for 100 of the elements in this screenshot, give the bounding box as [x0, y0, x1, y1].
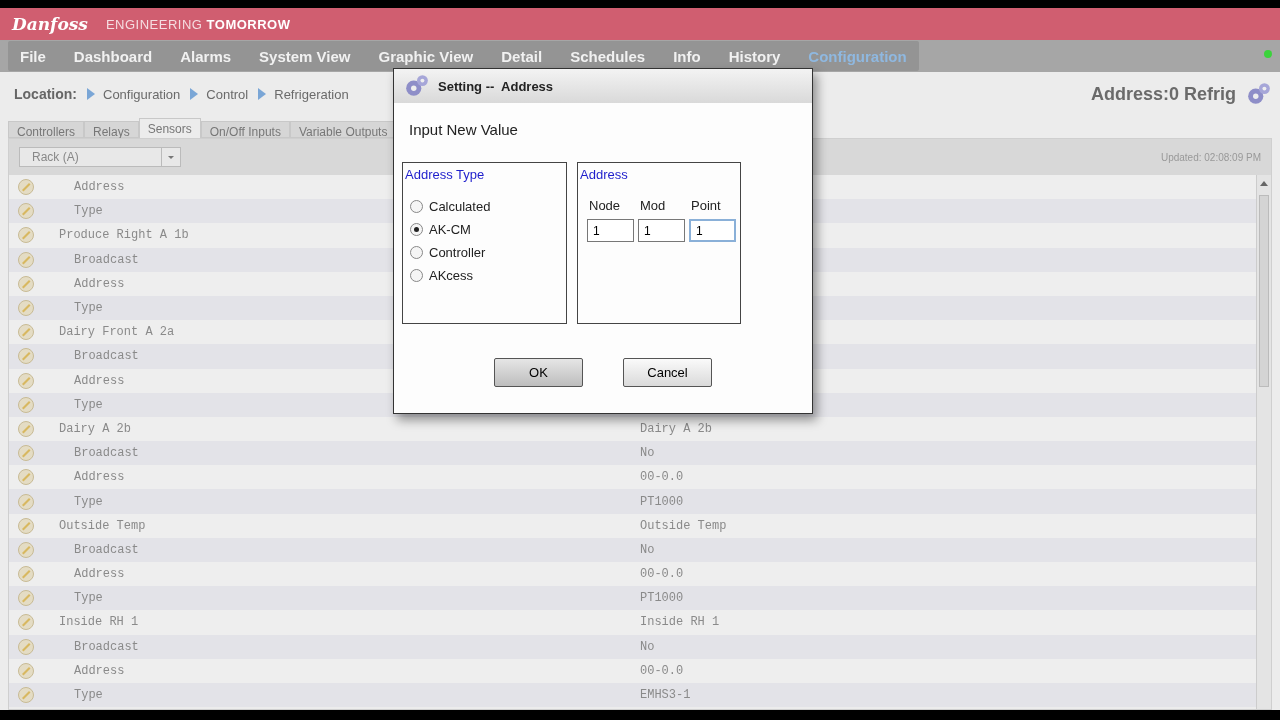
radio-option[interactable]: AK-CM — [410, 222, 564, 237]
sensor-value: Outside Temp — [640, 518, 727, 533]
scroll-thumb[interactable] — [1259, 195, 1269, 387]
sensor-value: 00-0.0 — [640, 470, 684, 485]
sensor-name: Address — [74, 470, 125, 485]
sensor-value: No — [640, 639, 655, 654]
tab[interactable]: On/Off Inputs — [200, 121, 290, 138]
pencil-icon[interactable] — [17, 492, 35, 511]
pencil-icon[interactable] — [17, 468, 35, 487]
location-label: Location: — [14, 86, 77, 102]
pencil-icon[interactable] — [17, 686, 35, 705]
pencil-icon[interactable] — [17, 540, 35, 559]
pencil-icon[interactable] — [17, 178, 35, 197]
menu-item[interactable]: Info — [673, 47, 701, 65]
sensor-name: Broadcast — [74, 349, 139, 364]
pencil-icon[interactable] — [17, 589, 35, 608]
breadcrumb[interactable]: Control — [190, 86, 249, 102]
pencil-icon[interactable] — [17, 347, 35, 366]
logo: Danfoss — [12, 14, 88, 34]
menu-item[interactable]: Alarms — [180, 47, 232, 65]
sensor-name: Broadcast — [74, 252, 139, 267]
device-title: Address:0 Refrig — [1090, 83, 1236, 105]
pencil-icon[interactable] — [17, 226, 35, 245]
dialog-title: Setting -- Address — [438, 78, 554, 94]
sensor-name: Type — [74, 301, 103, 316]
pencil-icon[interactable] — [17, 274, 35, 293]
radio-option[interactable]: Controller — [410, 245, 564, 260]
sensor-value: No — [640, 446, 655, 461]
tagline: ENGINEERING TOMORROW — [105, 16, 291, 32]
sensor-name: Broadcast — [74, 446, 139, 461]
sensor-name: Broadcast — [74, 639, 139, 654]
sensor-name: Address — [74, 373, 125, 388]
sensor-name: Produce Right A 1b — [59, 228, 189, 243]
menu-item[interactable]: History — [728, 47, 781, 65]
gear-icon — [1246, 81, 1272, 107]
sensor-value: PT1000 — [640, 494, 684, 509]
status-dot — [1264, 50, 1272, 58]
ok-button[interactable]: OK — [494, 358, 583, 387]
menu-item[interactable]: Detail — [501, 47, 543, 65]
gear-icon — [404, 73, 430, 99]
rack-dropdown[interactable]: Rack (A) — [19, 147, 181, 167]
triangle-icon — [258, 88, 267, 100]
triangle-icon — [87, 88, 95, 100]
menu-item[interactable]: File — [20, 47, 46, 65]
pencil-icon[interactable] — [17, 419, 35, 438]
sensor-name: Dairy Front A 2a — [59, 325, 175, 340]
sensor-name: Type — [74, 204, 103, 219]
group-legend: Address — [580, 167, 738, 182]
sensor-name: Type — [74, 591, 103, 606]
sensor-name: Address — [74, 663, 125, 678]
pencil-icon[interactable] — [17, 202, 35, 221]
pencil-icon[interactable] — [17, 395, 35, 414]
tab[interactable]: Controllers — [8, 121, 85, 138]
menu-item[interactable]: Graphic View — [378, 47, 474, 65]
sensor-name: Address — [74, 567, 125, 582]
field-label: Node — [588, 198, 622, 213]
sensor-name: Inside RH 1 — [59, 615, 139, 630]
sensor-value: Inside RH 1 — [640, 615, 720, 630]
breadcrumb[interactable]: Configuration — [87, 86, 181, 102]
updated-time: Updated: 02:08:09 PM — [1160, 151, 1261, 163]
sensor-name: Outside Temp — [59, 518, 146, 533]
menu-item[interactable]: Schedules — [570, 47, 646, 65]
pencil-icon[interactable] — [17, 565, 35, 584]
sensor-value: 00-0.0 — [640, 663, 684, 678]
menu-item[interactable]: System View — [259, 47, 351, 65]
input-field[interactable]: 1 — [638, 219, 685, 242]
menu-item[interactable]: Dashboard — [73, 47, 153, 65]
tab[interactable]: Sensors — [138, 118, 201, 138]
scrollbar[interactable] — [1256, 175, 1271, 709]
pencil-icon[interactable] — [17, 250, 35, 269]
input-field[interactable]: 1 — [689, 219, 736, 242]
sensor-name: Address — [74, 276, 125, 291]
cancel-button[interactable]: Cancel — [623, 358, 712, 387]
pencil-icon[interactable] — [17, 444, 35, 463]
breadcrumb[interactable]: Refrigeration — [258, 86, 349, 102]
pencil-icon[interactable] — [17, 661, 35, 680]
sensor-value: No — [640, 542, 655, 557]
pencil-icon[interactable] — [17, 637, 35, 656]
field-label: Point — [690, 198, 722, 213]
tab[interactable]: Relays — [84, 121, 139, 138]
sensor-name: Address — [74, 180, 125, 195]
sensor-name: Type — [74, 688, 103, 703]
sensor-name: Type — [74, 494, 103, 509]
radio-option[interactable]: AKcess — [410, 268, 564, 283]
pencil-icon[interactable] — [17, 299, 35, 318]
pencil-icon[interactable] — [17, 613, 35, 632]
input-field[interactable]: 1 — [587, 219, 634, 242]
pencil-icon[interactable] — [17, 516, 35, 535]
radio-option[interactable]: Calculated — [410, 199, 564, 214]
dialog-prompt: Input New Value — [409, 121, 519, 138]
sensor-name: Broadcast — [74, 542, 139, 557]
field-label: Mod — [639, 198, 667, 213]
sensor-name: Dairy A 2b — [59, 421, 131, 436]
sensor-name: Type — [74, 397, 103, 412]
sensor-value: 00-0.0 — [640, 567, 684, 582]
sensor-value: PT1000 — [640, 591, 684, 606]
pencil-icon[interactable] — [17, 371, 35, 390]
sensor-value: Dairy A 2b — [640, 421, 712, 436]
triangle-icon — [190, 88, 199, 100]
pencil-icon[interactable] — [17, 323, 35, 342]
